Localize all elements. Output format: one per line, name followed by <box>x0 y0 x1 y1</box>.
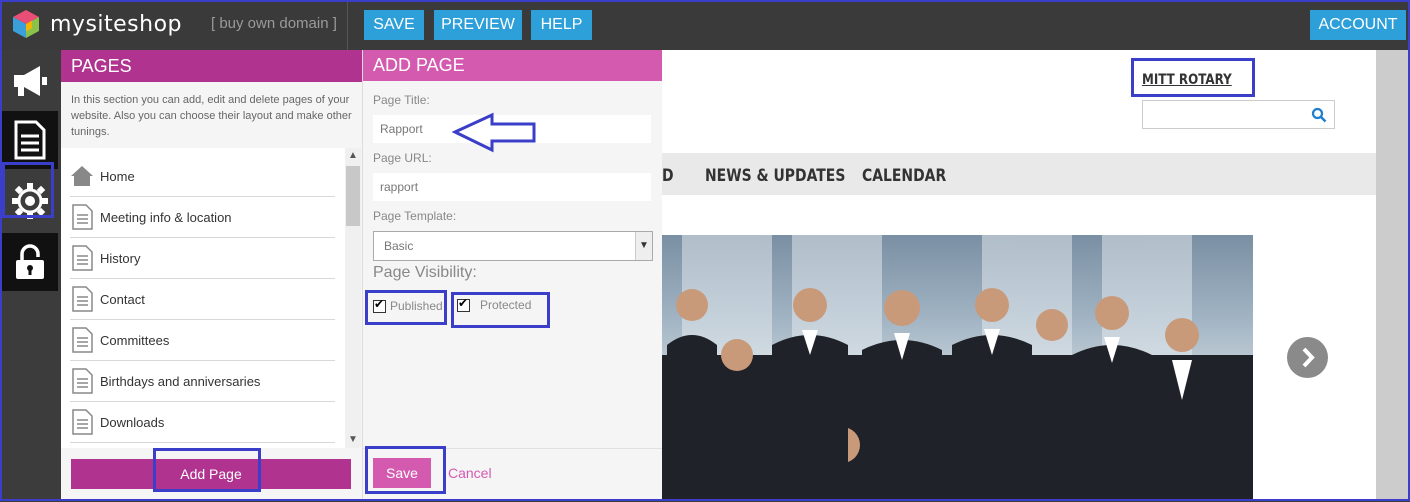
pages-panel: PAGES In this section you can add, edit … <box>61 50 362 501</box>
rail-item-security[interactable] <box>2 233 58 291</box>
top-bar: mysiteshop [ buy own domain ] SAVE PREVI… <box>0 0 1410 50</box>
pages-panel-title: PAGES <box>61 50 362 82</box>
preview-button[interactable]: PREVIEW <box>434 10 522 40</box>
add-page-title: ADD PAGE <box>363 50 663 81</box>
logo[interactable]: mysiteshop <box>10 8 182 40</box>
scroll-down-icon[interactable]: ▼ <box>345 434 361 445</box>
selection-highlight <box>2 162 54 218</box>
list-item[interactable]: Contact <box>70 279 335 320</box>
group-photo-illustration <box>662 235 1253 501</box>
site-search-input[interactable] <box>1142 100 1335 129</box>
page-icon <box>72 409 93 435</box>
preview-gutter <box>1376 50 1410 501</box>
annotation-box-save <box>365 446 446 494</box>
chevron-down-icon: ▼ <box>635 232 652 260</box>
site-preview: MITT ROTARY D NEWS & UPDATES CALENDAR <box>662 50 1376 501</box>
page-template-select[interactable]: Basic ▼ <box>373 231 653 261</box>
page-url-input[interactable]: rapport <box>373 173 651 201</box>
list-item-label: History <box>100 250 141 266</box>
annotation-box-protected <box>451 292 550 328</box>
megaphone-icon <box>14 66 47 96</box>
help-button[interactable]: HELP <box>531 10 592 40</box>
logo-cube-icon <box>13 10 39 38</box>
nav-item-partial[interactable]: D <box>662 166 674 186</box>
page-icon <box>72 286 93 312</box>
list-item[interactable]: Meeting info & location <box>70 197 335 238</box>
annotation-box-org-name <box>1131 58 1255 97</box>
nav-item-news[interactable]: NEWS & UPDATES <box>705 166 845 186</box>
list-item[interactable]: History <box>70 238 335 279</box>
icon-rail <box>0 50 60 501</box>
home-icon <box>71 166 93 186</box>
divider <box>347 0 348 50</box>
buy-domain-link[interactable]: [ buy own domain ] <box>211 15 337 32</box>
list-item-label: Committees <box>100 332 170 348</box>
annotation-arrow-icon <box>452 112 536 153</box>
search-icon <box>1311 107 1327 123</box>
site-nav: D NEWS & UPDATES CALENDAR <box>662 153 1376 195</box>
list-item[interactable]: Committees <box>70 320 335 361</box>
page-icon <box>72 327 93 353</box>
page-url-label: Page URL: <box>373 151 432 165</box>
list-item-home[interactable]: Home <box>70 156 335 197</box>
list-item[interactable]: Birthdays and anniversaries <box>70 361 335 402</box>
page-title-label: Page Title: <box>373 93 430 107</box>
pages-scrollbar[interactable]: ▲ ▼ <box>345 148 361 448</box>
list-item-label: Downloads <box>100 414 165 430</box>
chevron-right-icon <box>1302 347 1315 368</box>
page-template-label: Page Template: <box>373 209 457 223</box>
list-item-label: Birthdays and anniversaries <box>100 373 261 389</box>
pages-panel-description: In this section you can add, edit and de… <box>71 94 352 138</box>
pages-list: Home Meeting info & location History Con… <box>61 148 345 448</box>
nav-item-calendar[interactable]: CALENDAR <box>862 166 946 186</box>
page-visibility-label: Page Visibility: <box>373 264 477 281</box>
slider-next-button[interactable] <box>1287 337 1328 378</box>
scroll-up-icon[interactable]: ▲ <box>345 150 361 161</box>
page-icon <box>72 245 93 271</box>
lock-icon <box>16 244 44 279</box>
list-item[interactable]: Downloads <box>70 402 335 443</box>
list-item-label: Contact <box>100 291 145 307</box>
logo-text: mysiteshop <box>50 11 183 37</box>
cancel-link[interactable]: Cancel <box>448 465 492 481</box>
account-button[interactable]: ACCOUNT <box>1310 10 1406 40</box>
page-template-value: Basic <box>384 239 414 253</box>
list-item-label: Home <box>100 168 135 184</box>
save-top-button[interactable]: SAVE <box>364 10 424 40</box>
list-item-label: Meeting info & location <box>100 209 232 225</box>
annotation-box-published <box>365 290 447 325</box>
page-icon <box>72 204 93 230</box>
rail-item-announcements[interactable] <box>2 52 58 110</box>
hero-photo <box>662 235 1253 501</box>
document-icon <box>14 120 46 160</box>
page-icon <box>72 368 93 394</box>
rail-item-pages[interactable] <box>2 111 58 169</box>
scroll-thumb[interactable] <box>346 166 360 226</box>
annotation-box-add-page <box>153 448 261 492</box>
